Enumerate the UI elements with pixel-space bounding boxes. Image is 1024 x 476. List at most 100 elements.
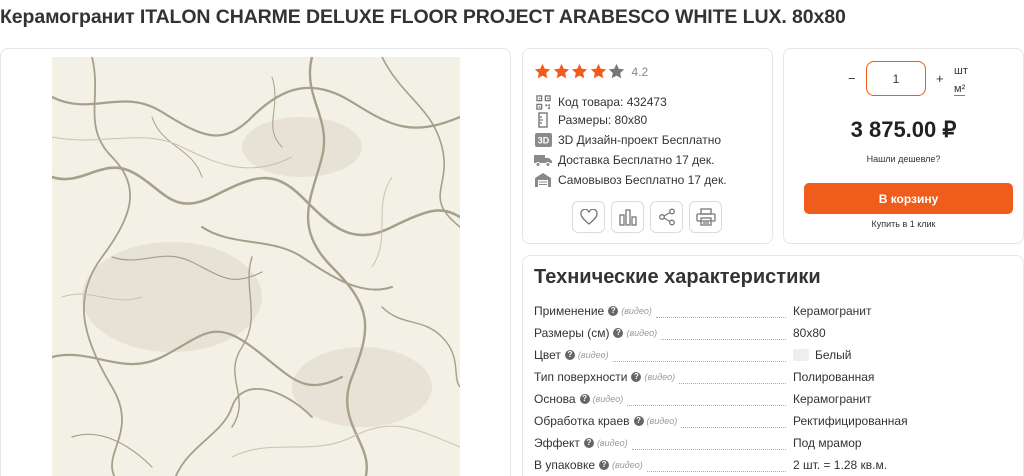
help-icon[interactable]: ? — [613, 328, 624, 338]
help-icon[interactable]: ? — [564, 350, 575, 360]
help-icon[interactable]: ? — [633, 416, 644, 426]
spec-value-text: 2 шт. = 1.28 кв.м. — [793, 458, 888, 472]
store-pickup-icon — [534, 172, 552, 188]
help-icon[interactable]: ? — [583, 438, 594, 448]
star-icon — [553, 63, 569, 79]
spec-label: Цвет — [534, 348, 561, 362]
star-icon — [571, 63, 588, 79]
spec-value-text: 80x80 — [793, 326, 826, 340]
spec-row: Размеры (см)? (видео) 80x80 — [534, 326, 1014, 344]
dotted-leader — [632, 449, 786, 450]
specs-title: Технические характеристики — [534, 266, 821, 288]
dotted-leader — [656, 317, 786, 318]
star-icon — [590, 63, 606, 79]
heart-icon — [579, 209, 598, 225]
share-button[interactable] — [650, 201, 683, 233]
printer-icon — [695, 208, 716, 226]
qr-code-icon — [534, 94, 552, 110]
info-item-delivery: Доставка Бесплатно 17 дек. — [534, 151, 714, 169]
help-icon[interactable]: ? — [599, 460, 610, 470]
help-icon[interactable]: ? — [631, 372, 642, 382]
spec-value-text: Под мрамор — [793, 436, 862, 450]
info-item-pickup: Самовывоз Бесплатно 17 дек. — [534, 171, 727, 189]
3d-design-text: 3D Дизайн-проект Бесплатно — [558, 133, 721, 147]
price: 3 875.00 ₽ — [850, 117, 957, 142]
spec-name: Цвет? (видео) — [534, 348, 609, 362]
spec-name: В упаковке? (видео) — [534, 458, 643, 472]
spec-value: 2 шт. = 1.28 кв.м. — [793, 458, 887, 472]
info-item-size: Размеры: 80x80 — [534, 111, 647, 129]
spec-name: Эффект? (видео) — [534, 436, 628, 450]
3d-icon: 3D — [534, 132, 552, 148]
star-empty-icon — [608, 63, 625, 79]
spec-label: Обработка краев — [534, 414, 630, 428]
ruler-icon — [534, 112, 552, 128]
spec-label: Основа — [534, 392, 576, 406]
info-item-3d[interactable]: 3D 3D Дизайн-проект Бесплатно — [534, 131, 721, 149]
dotted-leader — [681, 427, 786, 428]
spec-name: Обработка краев? (видео) — [534, 414, 677, 428]
spec-value-text: Полированная — [793, 370, 875, 384]
dotted-leader — [679, 383, 786, 384]
spec-value: Белый — [793, 348, 851, 362]
sku-text: Код товара: 432473 — [558, 95, 667, 109]
video-link[interactable]: (видео) — [597, 438, 628, 448]
unit-m2-option[interactable]: м² — [954, 83, 966, 96]
video-link[interactable]: (видео) — [578, 350, 609, 360]
spec-value: Керамогранит — [793, 392, 872, 406]
spec-row: Обработка краев? (видео) Ректифицированная — [534, 414, 1014, 432]
specs-card: Технические характеристики Применение? (в… — [522, 255, 1024, 476]
product-image-card — [0, 48, 511, 476]
spec-label: В упаковке — [534, 458, 596, 472]
spec-name: Основа? (видео) — [534, 392, 623, 406]
spec-label: Тип поверхности — [534, 370, 628, 384]
dotted-leader — [613, 361, 786, 362]
spec-row: В упаковке? (видео) 2 шт. = 1.28 кв.м. — [534, 458, 1014, 476]
color-swatch — [793, 349, 809, 361]
quantity-minus-button[interactable]: − — [848, 71, 856, 86]
dotted-leader — [647, 471, 786, 472]
help-icon[interactable]: ? — [579, 394, 590, 404]
unit-pcs-option[interactable]: шт — [954, 65, 968, 77]
help-icon[interactable]: ? — [608, 306, 619, 316]
compare-button[interactable] — [611, 201, 644, 233]
quantity-plus-button[interactable]: + — [936, 71, 944, 86]
spec-label: Применение — [534, 304, 605, 318]
video-link[interactable]: (видео) — [644, 372, 675, 382]
quantity-input[interactable] — [866, 61, 926, 96]
spec-value: 80x80 — [793, 326, 826, 340]
3d-icon-label: 3D — [537, 136, 549, 146]
spec-row: Цвет? (видео) Белый — [534, 348, 1014, 366]
favorite-button[interactable] — [572, 201, 605, 233]
dotted-leader — [627, 405, 786, 406]
video-link[interactable]: (видео) — [621, 306, 652, 316]
spec-value: Керамогранит — [793, 304, 872, 318]
spec-name: Применение? (видео) — [534, 304, 652, 318]
spec-value: Под мрамор — [793, 436, 862, 450]
product-info-card: 4.2 Код товара: 432473 Размеры: 80x80 3D… — [522, 48, 773, 244]
page-title: Керамогранит ITALON CHARME DELUXE FLOOR … — [0, 6, 846, 28]
spec-row: Тип поверхности? (видео) Полированная — [534, 370, 1014, 388]
rating-value: 4.2 — [631, 64, 649, 79]
video-link[interactable]: (видео) — [626, 328, 657, 338]
found-cheaper-link[interactable]: Нашли дешевле? — [784, 154, 1023, 164]
video-link[interactable]: (видео) — [612, 460, 643, 470]
spec-label: Размеры (см) — [534, 326, 610, 340]
spec-row: Основа? (видео) Керамогранит — [534, 392, 1014, 410]
pickup-text: Самовывоз Бесплатно 17 дек. — [558, 173, 727, 187]
product-image[interactable] — [52, 57, 460, 476]
add-to-cart-button[interactable]: В корзину — [804, 183, 1013, 214]
info-item-sku: Код товара: 432473 — [534, 93, 667, 111]
bar-chart-icon — [618, 209, 637, 226]
spec-value-text: Белый — [815, 348, 852, 362]
purchase-card: − + шт м² 3 875.00 ₽ Нашли дешевле? В ко… — [783, 48, 1024, 244]
dotted-leader — [661, 339, 786, 340]
video-link[interactable]: (видео) — [593, 394, 624, 404]
delivery-text: Доставка Бесплатно 17 дек. — [558, 153, 715, 167]
video-link[interactable]: (видео) — [647, 416, 678, 426]
rating: 4.2 — [534, 63, 648, 80]
spec-row: Эффект? (видео) Под мрамор — [534, 436, 1014, 454]
print-button[interactable] — [689, 201, 722, 233]
spec-name: Тип поверхности? (видео) — [534, 370, 675, 384]
buy-one-click-link[interactable]: Купить в 1 клик — [784, 219, 1023, 229]
